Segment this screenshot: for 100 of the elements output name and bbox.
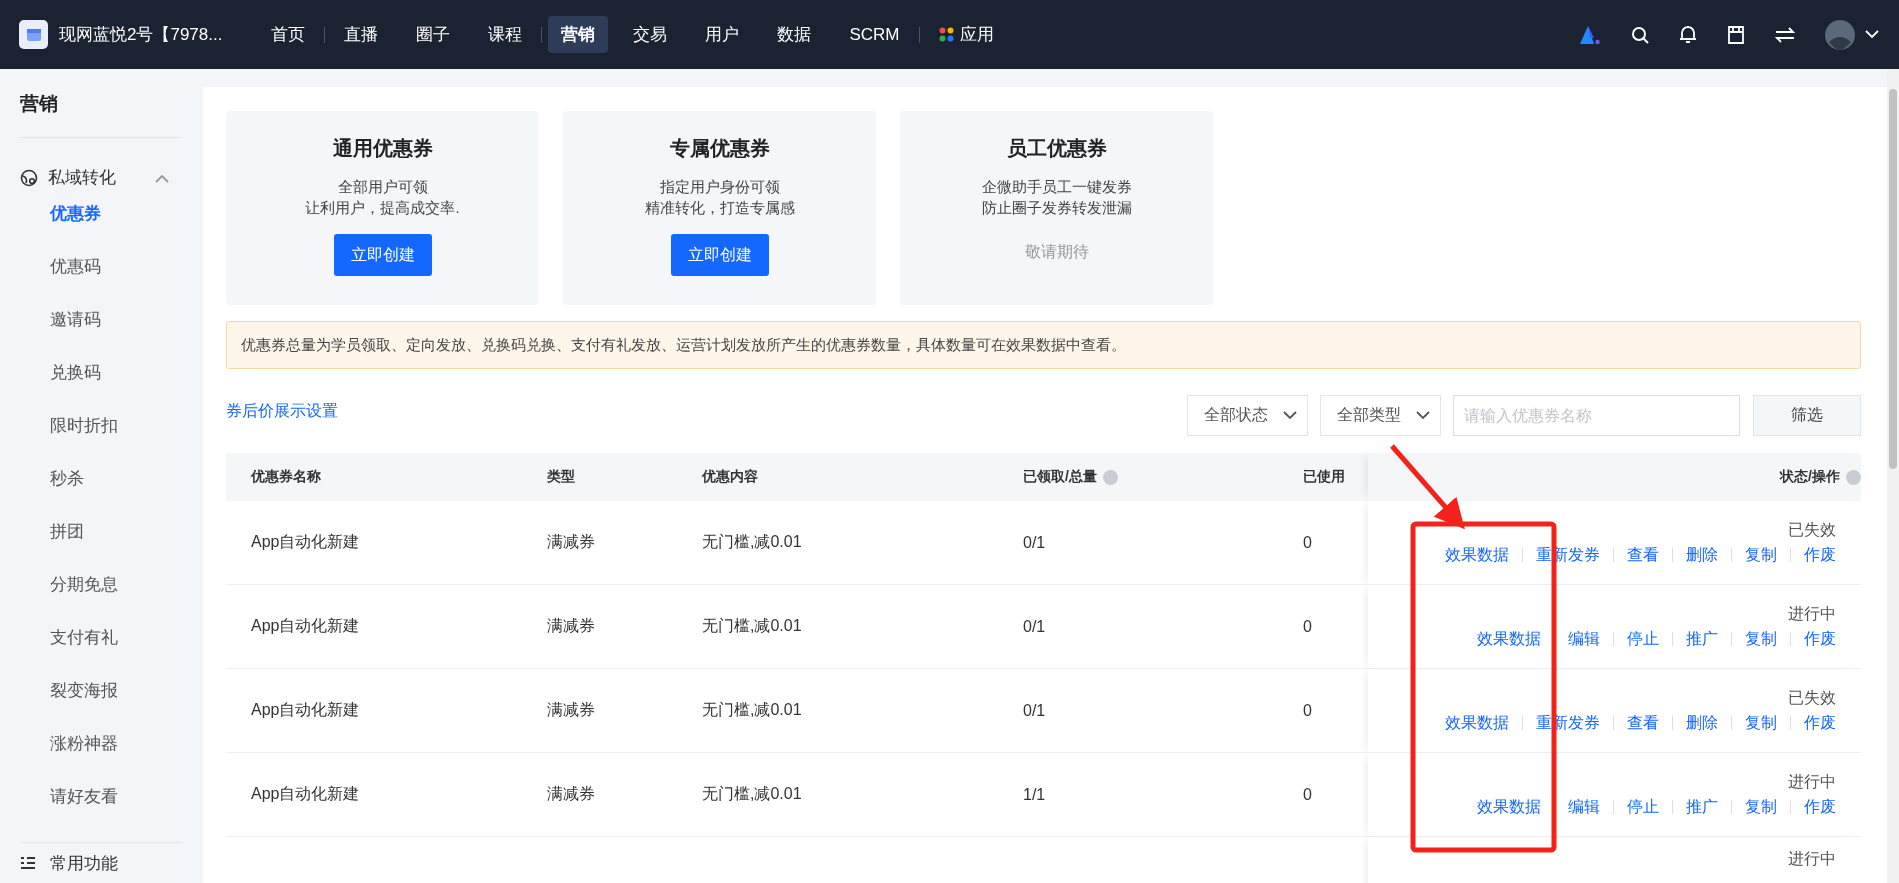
chevron-up-icon <box>155 173 169 183</box>
action-link[interactable]: 复制 <box>1745 796 1777 818</box>
action-link[interactable]: 效果数据 <box>1445 712 1509 734</box>
sidebar-item[interactable]: 拼团 <box>20 505 183 558</box>
swap-arrows-icon[interactable] <box>1775 26 1795 43</box>
action-link[interactable]: 复制 <box>1745 544 1777 566</box>
shop-name[interactable]: 现网蓝悦2号【7978... <box>59 23 223 46</box>
status-text: 进行中 <box>1788 771 1836 792</box>
bell-icon[interactable] <box>1679 25 1697 44</box>
status-text: 已失效 <box>1788 687 1836 708</box>
coupon-name-search-field[interactable]: 请输入优惠券名称 <box>1453 395 1740 436</box>
shop-logo-icon <box>19 20 48 49</box>
sidebar-item[interactable]: 裂变海报 <box>20 664 183 717</box>
triangle-logo-icon[interactable] <box>1579 24 1601 45</box>
sidebar-footer-item[interactable]: 常用功能 <box>20 843 183 883</box>
card-description: 精准转化，打造专属感 <box>644 198 795 218</box>
card-title: 通用优惠券 <box>332 136 433 161</box>
column-header: 已使用 <box>1278 453 1368 501</box>
search-icon[interactable] <box>1631 25 1649 44</box>
card-description: 全部用户可领 <box>337 177 428 197</box>
nav-tab[interactable]: 应用 <box>925 16 1007 53</box>
table-cell: 无门槛,减0.01 <box>677 585 998 669</box>
table-cell: 0 <box>1278 669 1368 753</box>
list-icon <box>20 856 36 870</box>
action-link[interactable]: 删除 <box>1686 712 1718 734</box>
table-cell: 1/1 <box>998 753 1278 837</box>
table-cell: 无门槛,减0.01 <box>677 753 998 837</box>
nav-tab[interactable]: 营销 <box>548 16 609 53</box>
nav-tab[interactable]: SCRM <box>836 17 913 52</box>
table-cell: 0/1 <box>998 585 1278 669</box>
nav-tab[interactable]: 交易 <box>620 16 681 53</box>
nav-tab[interactable]: 直播 <box>331 16 392 53</box>
scrollbar[interactable] <box>1887 69 1899 883</box>
action-link[interactable]: 编辑 <box>1568 796 1600 818</box>
card-description: 企微助手员工一键发券 <box>981 177 1132 197</box>
action-link[interactable]: 作废 <box>1804 544 1836 566</box>
table-cell: 0/1 <box>998 669 1278 753</box>
sidebar-item[interactable]: 优惠码 <box>20 240 183 293</box>
table-cell: 满减券 <box>522 669 677 753</box>
action-link[interactable]: 停止 <box>1627 628 1659 650</box>
column-header: 状态/操作 <box>1368 453 1861 501</box>
create-button[interactable]: 立即创建 <box>333 234 432 276</box>
table-cell: 无门槛,减0.01 <box>677 501 998 585</box>
table-cell: 无门槛,减0.01 <box>677 669 998 753</box>
action-link[interactable]: 推广 <box>1686 796 1718 818</box>
card-description: 让利用户，提高成交率. <box>305 198 460 218</box>
chevron-down-icon <box>1416 411 1430 420</box>
store-icon[interactable] <box>1727 25 1745 44</box>
action-link[interactable]: 删除 <box>1686 544 1718 566</box>
sidebar-item[interactable]: 涨粉神器 <box>20 717 183 770</box>
table-cell: App自动化新建 <box>226 753 522 837</box>
status-select[interactable]: 全部状态 <box>1187 395 1308 436</box>
table-cell: 0 <box>1278 753 1368 837</box>
chevron-down-icon <box>1865 30 1879 39</box>
column-header: 类型 <box>522 453 677 501</box>
action-link[interactable]: 查看 <box>1627 544 1659 566</box>
nav-tab[interactable]: 用户 <box>692 16 753 53</box>
action-link[interactable]: 复制 <box>1745 712 1777 734</box>
sidebar-item[interactable]: 优惠券 <box>20 187 183 240</box>
price-display-settings-link[interactable]: 券后价展示设置 <box>226 401 338 422</box>
table-cell: 满减券 <box>522 753 677 837</box>
nav-tab[interactable]: 课程 <box>475 16 536 53</box>
status-text: 进行中 <box>1788 849 1836 869</box>
card-description: 指定用户身份可领 <box>659 177 780 197</box>
sidebar-item[interactable]: 限时折扣 <box>20 399 183 452</box>
filter-button[interactable]: 筛选 <box>1753 395 1861 436</box>
table-cell: App自动化新建 <box>226 669 522 753</box>
action-link[interactable]: 效果数据 <box>1477 628 1541 650</box>
apps-icon <box>938 27 954 42</box>
action-link[interactable]: 查看 <box>1627 712 1659 734</box>
table-cell: App自动化新建 <box>226 585 522 669</box>
action-link[interactable]: 推广 <box>1686 628 1718 650</box>
action-link[interactable]: 停止 <box>1627 796 1659 818</box>
column-header: 已领取/总量 <box>998 453 1278 501</box>
action-link[interactable]: 作废 <box>1804 796 1836 818</box>
sidebar-item[interactable]: 秒杀 <box>20 452 183 505</box>
nav-tab[interactable]: 数据 <box>764 16 825 53</box>
action-link[interactable]: 作废 <box>1804 712 1836 734</box>
action-link[interactable]: 编辑 <box>1568 628 1600 650</box>
column-header: 优惠券名称 <box>226 453 522 501</box>
card-description: 防止圈子发券转发泄漏 <box>981 198 1132 218</box>
nav-tab[interactable]: 首页 <box>258 16 319 53</box>
sidebar-item[interactable]: 分期免息 <box>20 558 183 611</box>
status-text: 进行中 <box>1788 603 1836 624</box>
sidebar-group[interactable]: 私域转化 <box>20 166 183 189</box>
sidebar-item[interactable]: 请好友看 <box>20 770 183 823</box>
action-link[interactable]: 效果数据 <box>1477 796 1541 818</box>
sidebar-item[interactable]: 兑换码 <box>20 346 183 399</box>
action-link[interactable]: 效果数据 <box>1445 544 1509 566</box>
type-select[interactable]: 全部类型 <box>1320 395 1441 436</box>
chevron-down-icon <box>1283 411 1297 420</box>
nav-tab[interactable]: 圈子 <box>403 16 464 53</box>
action-link[interactable]: 复制 <box>1745 628 1777 650</box>
sidebar-item[interactable]: 邀请码 <box>20 293 183 346</box>
table-cell: 0/1 <box>998 501 1278 585</box>
sidebar-item[interactable]: 支付有礼 <box>20 611 183 664</box>
avatar-icon[interactable] <box>1825 19 1855 50</box>
create-button[interactable]: 立即创建 <box>670 234 769 276</box>
action-link[interactable]: 作废 <box>1804 628 1836 650</box>
coming-soon-text: 敬请期待 <box>1024 242 1089 262</box>
